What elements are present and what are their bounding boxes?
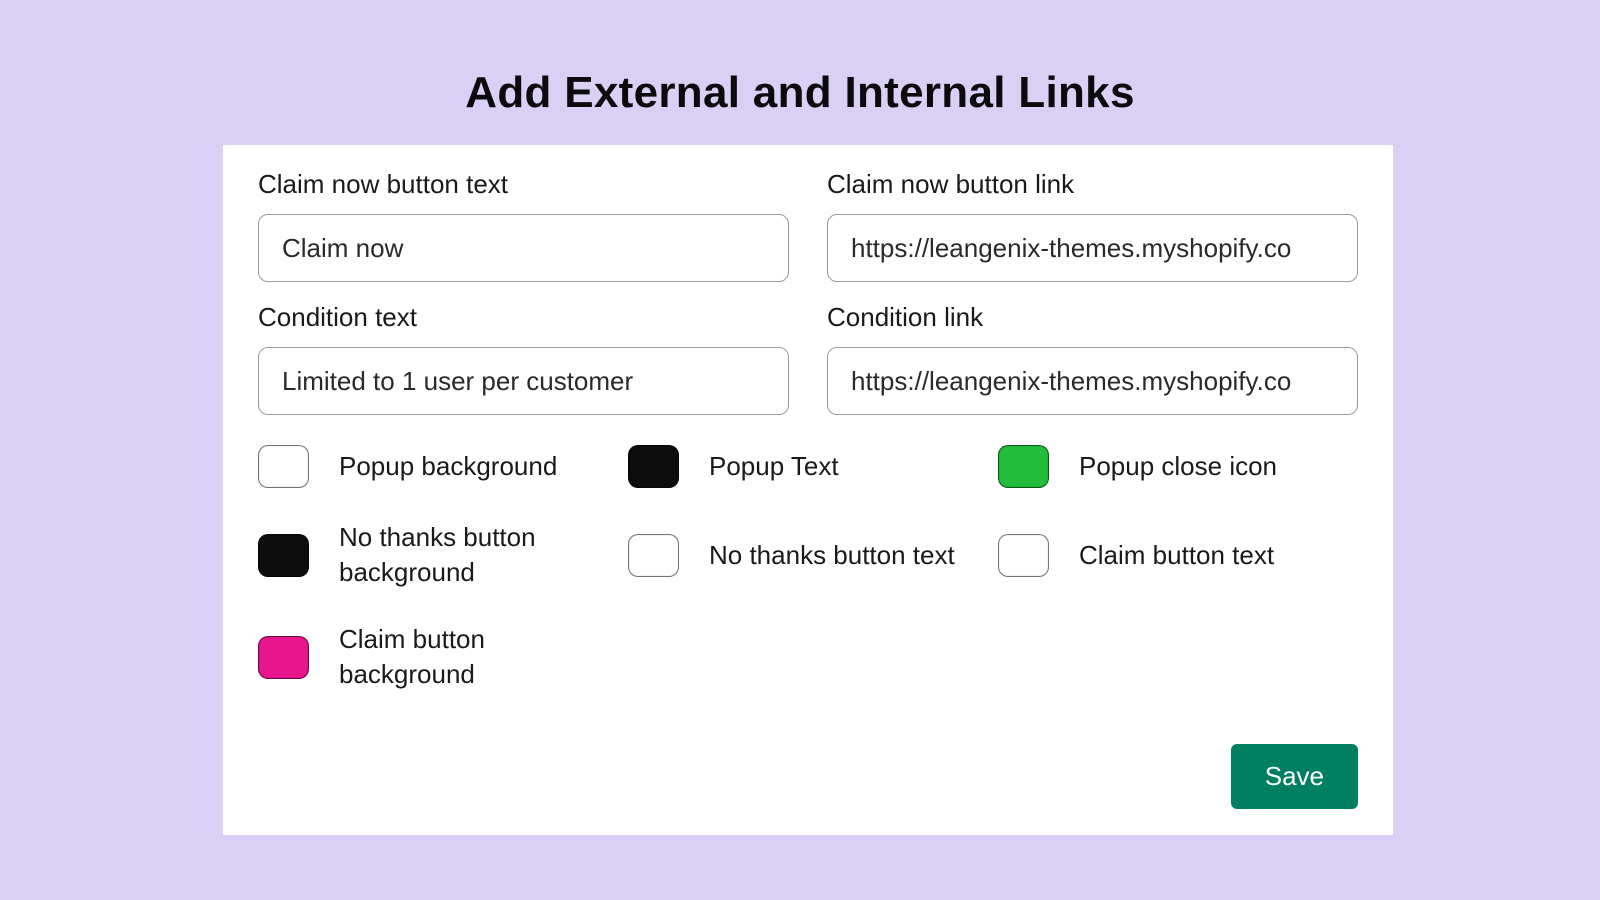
popup-background-label: Popup background [339, 449, 557, 484]
field-condition-link: Condition link [827, 302, 1358, 415]
save-button[interactable]: Save [1231, 744, 1358, 809]
swatch-item-claim-button-bg: Claim button background [258, 622, 618, 692]
swatch-item-popup-text: Popup Text [628, 445, 988, 488]
swatch-item-no-thanks-bg: No thanks button background [258, 520, 618, 590]
settings-card: Claim now button text Claim now button l… [223, 145, 1393, 835]
claim-button-bg-swatch[interactable] [258, 636, 309, 679]
swatch-item-popup-close-icon: Popup close icon [998, 445, 1358, 488]
claim-button-bg-label: Claim button background [339, 622, 599, 692]
popup-background-swatch[interactable] [258, 445, 309, 488]
no-thanks-bg-label: No thanks button background [339, 520, 599, 590]
claim-button-text-label: Claim button text [1079, 538, 1274, 573]
field-condition-text: Condition text [258, 302, 789, 415]
condition-link-label: Condition link [827, 302, 1358, 333]
page-title: Add External and Internal Links [0, 68, 1600, 118]
no-thanks-text-label: No thanks button text [709, 538, 955, 573]
popup-close-icon-label: Popup close icon [1079, 449, 1277, 484]
popup-text-label: Popup Text [709, 449, 839, 484]
swatch-item-claim-button-text: Claim button text [998, 534, 1358, 577]
condition-text-input[interactable] [258, 347, 789, 415]
claim-now-link-label: Claim now button link [827, 169, 1358, 200]
swatch-item-popup-background: Popup background [258, 445, 618, 488]
popup-text-swatch[interactable] [628, 445, 679, 488]
no-thanks-text-swatch[interactable] [628, 534, 679, 577]
claim-now-text-input[interactable] [258, 214, 789, 282]
field-claim-now-link: Claim now button link [827, 169, 1358, 282]
no-thanks-bg-swatch[interactable] [258, 534, 309, 577]
condition-link-input[interactable] [827, 347, 1358, 415]
field-claim-now-text: Claim now button text [258, 169, 789, 282]
claim-now-link-input[interactable] [827, 214, 1358, 282]
claim-button-text-swatch[interactable] [998, 534, 1049, 577]
condition-text-label: Condition text [258, 302, 789, 333]
popup-close-icon-swatch[interactable] [998, 445, 1049, 488]
swatch-item-no-thanks-text: No thanks button text [628, 534, 988, 577]
actions-bar: Save [1231, 744, 1358, 809]
claim-now-text-label: Claim now button text [258, 169, 789, 200]
